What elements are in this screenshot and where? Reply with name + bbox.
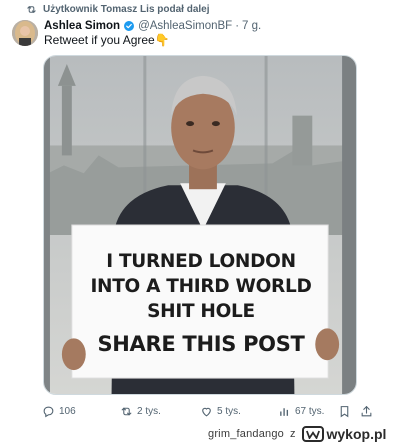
wykop-logo-icon	[301, 426, 324, 442]
header-separator: ·	[235, 20, 240, 32]
author-handle[interactable]: @AshleaSimonBF	[138, 20, 232, 32]
avatar[interactable]	[12, 20, 38, 46]
author-name[interactable]: Ashlea Simon	[44, 20, 120, 32]
like-button[interactable]: 5 tys.	[200, 402, 241, 420]
sign-text: LONDON	[208, 251, 296, 272]
bookmark-icon	[340, 405, 349, 417]
watermark-user: grim_fandango	[208, 428, 284, 440]
views-count: 67 tys.	[295, 405, 325, 417]
reply-icon	[43, 406, 54, 417]
sign-line-3: SHIT HOLE	[147, 301, 255, 322]
watermark-gender: z	[290, 428, 296, 440]
sign-line-1: I TURNED LONDON	[106, 249, 296, 274]
retweet-count: 2 tys.	[137, 405, 161, 417]
sign-line-4: SHARE THIS POST	[97, 332, 305, 356]
sign-text: INTO A	[90, 276, 167, 297]
sign-line-2: INTO A THIRD WORLD	[90, 274, 311, 299]
share-button[interactable]	[360, 402, 373, 420]
social-context[interactable]: Użytkownik Tomasz Lis podał dalej	[26, 2, 210, 16]
like-icon	[202, 407, 211, 416]
sign-text: I TURNED	[106, 251, 209, 272]
retweet-icon	[27, 5, 36, 13]
retweet-icon	[121, 407, 132, 415]
tweet-timestamp[interactable]: 7 g.	[242, 20, 261, 32]
views-icon	[280, 407, 289, 416]
like-count: 5 tys.	[217, 405, 241, 417]
protest-sign: I TURNED LONDON INTO A THIRD WORLD SHIT …	[74, 228, 328, 378]
tweet-text: Retweet if you Agree👇	[44, 33, 170, 47]
reply-count: 106	[59, 405, 76, 417]
verified-badge-icon	[123, 20, 135, 32]
tweet-image[interactable]: I TURNED LONDON INTO A THIRD WORLD SHIT …	[43, 55, 357, 395]
sign-text: THIRD WORLD	[166, 276, 312, 297]
views-button[interactable]: 67 tys.	[278, 402, 324, 420]
wykop-watermark: grim_fandango z wykop.pl	[208, 424, 386, 444]
wykop-site: wykop.pl	[326, 426, 387, 442]
tweet-header: Ashlea Simon @AshleaSimonBF · 7 g.	[44, 18, 261, 34]
social-context-text: Użytkownik Tomasz Lis podał dalej	[43, 3, 210, 15]
share-icon	[361, 405, 372, 416]
bookmark-button[interactable]	[338, 402, 351, 420]
wykop-logo: wykop.pl	[301, 426, 387, 442]
retweet-button[interactable]: 2 tys.	[120, 402, 161, 420]
tweet-actions: 106 2 tys. 5 tys. 67 tys.	[42, 402, 374, 420]
reply-button[interactable]: 106	[42, 402, 76, 420]
